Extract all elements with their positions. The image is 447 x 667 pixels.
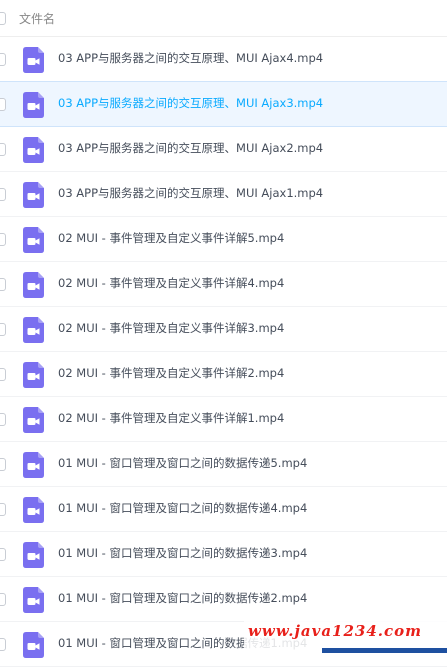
video-file-icon <box>23 317 44 343</box>
file-row-checkbox[interactable] <box>0 53 6 66</box>
watermark-text: www.java1234.com <box>248 622 423 640</box>
watermark: www.java1234.com <box>244 620 447 653</box>
file-name[interactable]: 01 MUI - 窗口管理及窗口之间的数据传递5.mp4 <box>58 455 307 471</box>
video-file-icon <box>23 137 44 163</box>
file-row-checkbox[interactable] <box>0 503 6 516</box>
file-name[interactable]: 03 APP与服务器之间的交互原理、MUI Ajax1.mp4 <box>58 185 323 201</box>
file-row-checkbox[interactable] <box>0 593 6 606</box>
file-name[interactable]: 03 APP与服务器之间的交互原理、MUI Ajax2.mp4 <box>58 140 323 156</box>
file-row-checkbox[interactable] <box>0 368 6 381</box>
column-header-filename[interactable]: 文件名 <box>19 10 55 27</box>
file-name[interactable]: 02 MUI - 事件管理及自定义事件详解4.mp4 <box>58 275 284 291</box>
file-row[interactable]: 03 APP与服务器之间的交互原理、MUI Ajax4.mp4 <box>0 37 447 82</box>
file-row[interactable]: 02 MUI - 事件管理及自定义事件详解2.mp4 <box>0 352 447 397</box>
file-row[interactable]: 03 APP与服务器之间的交互原理、MUI Ajax1.mp4 <box>0 172 447 217</box>
video-file-icon <box>23 587 44 613</box>
file-row-checkbox[interactable] <box>0 458 6 471</box>
video-file-icon <box>23 47 44 73</box>
file-row[interactable]: 03 APP与服务器之间的交互原理、MUI Ajax2.mp4 <box>0 127 447 172</box>
video-file-icon <box>23 272 44 298</box>
video-file-icon <box>23 452 44 478</box>
file-name[interactable]: 01 MUI - 窗口管理及窗口之间的数据传递3.mp4 <box>58 545 307 561</box>
file-row-checkbox[interactable] <box>0 323 6 336</box>
file-row[interactable]: 01 MUI - 窗口管理及窗口之间的数据传递3.mp4 <box>0 532 447 577</box>
file-name[interactable]: 01 MUI - 窗口管理及窗口之间的数据传递4.mp4 <box>58 500 307 516</box>
video-file-icon <box>23 632 44 658</box>
video-file-icon <box>23 92 44 118</box>
file-name[interactable]: 01 MUI - 窗口管理及窗口之间的数据传递2.mp4 <box>58 590 307 606</box>
file-name[interactable]: 02 MUI - 事件管理及自定义事件详解1.mp4 <box>58 410 284 426</box>
file-row-checkbox[interactable] <box>0 638 6 651</box>
file-row[interactable]: 02 MUI - 事件管理及自定义事件详解5.mp4 <box>0 217 447 262</box>
file-row-checkbox[interactable] <box>0 413 6 426</box>
video-file-icon <box>23 182 44 208</box>
file-row[interactable]: 03 APP与服务器之间的交互原理、MUI Ajax3.mp4 <box>0 81 447 127</box>
file-row[interactable]: 01 MUI - 窗口管理及窗口之间的数据传递5.mp4 <box>0 442 447 487</box>
file-name[interactable]: 02 MUI - 事件管理及自定义事件详解2.mp4 <box>58 365 284 381</box>
file-row-checkbox[interactable] <box>0 143 6 156</box>
watermark-bar <box>322 648 447 653</box>
video-file-icon <box>23 362 44 388</box>
file-row[interactable]: 02 MUI - 事件管理及自定义事件详解4.mp4 <box>0 262 447 307</box>
file-row-checkbox[interactable] <box>0 548 6 561</box>
video-file-icon <box>23 227 44 253</box>
file-row[interactable]: 01 MUI - 窗口管理及窗口之间的数据传递4.mp4 <box>0 487 447 532</box>
file-row[interactable]: 02 MUI - 事件管理及自定义事件详解1.mp4 <box>0 397 447 442</box>
file-row-checkbox[interactable] <box>0 233 6 246</box>
file-name[interactable]: 03 APP与服务器之间的交互原理、MUI Ajax4.mp4 <box>58 50 323 66</box>
video-file-icon <box>23 497 44 523</box>
file-list: 03 APP与服务器之间的交互原理、MUI Ajax4.mp4 03 APP与服务… <box>0 37 447 667</box>
file-list-header: 文件名 <box>0 0 447 37</box>
video-file-icon <box>23 542 44 568</box>
file-name[interactable]: 03 APP与服务器之间的交互原理、MUI Ajax3.mp4 <box>58 95 323 111</box>
file-row-checkbox[interactable] <box>0 278 6 291</box>
file-row-checkbox[interactable] <box>0 98 6 111</box>
file-name[interactable]: 02 MUI - 事件管理及自定义事件详解5.mp4 <box>58 230 284 246</box>
file-row[interactable]: 01 MUI - 窗口管理及窗口之间的数据传递2.mp4 <box>0 577 447 622</box>
select-all-checkbox[interactable] <box>0 12 6 25</box>
file-row-checkbox[interactable] <box>0 188 6 201</box>
file-name[interactable]: 02 MUI - 事件管理及自定义事件详解3.mp4 <box>58 320 284 336</box>
video-file-icon <box>23 407 44 433</box>
file-row[interactable]: 02 MUI - 事件管理及自定义事件详解3.mp4 <box>0 307 447 352</box>
